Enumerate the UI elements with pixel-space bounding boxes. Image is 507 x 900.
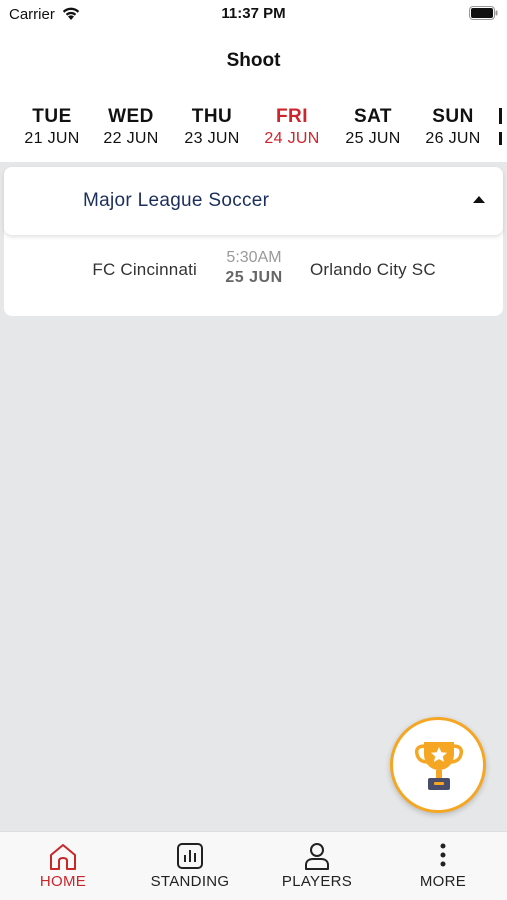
- league-header[interactable]: Major League Soccer: [4, 167, 503, 235]
- day-name: THU: [191, 106, 233, 127]
- tab-bar: HOME STANDING PLAYERS MORE: [0, 831, 507, 900]
- bar-chart-icon: [177, 843, 203, 869]
- day-sun[interactable]: SUN 26 JUN: [413, 106, 493, 148]
- tab-label: HOME: [39, 873, 87, 890]
- day-tue[interactable]: TUE 21 JUN: [12, 106, 92, 148]
- person-icon: [305, 843, 329, 870]
- tab-label: PLAYERS: [281, 873, 353, 890]
- status-time: 11:37 PM: [221, 5, 286, 22]
- home-team: FC Cincinnati: [92, 260, 197, 279]
- day-date: 26 JUN: [425, 130, 481, 147]
- day-name: SAT: [353, 106, 393, 127]
- day-name: FRI: [275, 106, 309, 127]
- day-selector: TUE 21 JUN WED 22 JUN THU 23 JUN FRI 24 …: [0, 106, 507, 154]
- league-name: Major League Soccer: [83, 190, 270, 211]
- league-card: Major League Soccer FC Cincinnati 5:30AM…: [4, 167, 503, 316]
- day-thu[interactable]: THU 23 JUN: [172, 106, 252, 148]
- day-date: 24 JUN: [264, 130, 320, 147]
- tab-players[interactable]: PLAYERS: [254, 832, 380, 900]
- status-bar: Carrier 11:37 PM: [0, 0, 507, 30]
- trophy-fab-button[interactable]: [390, 717, 486, 813]
- match-time-block: 5:30AM 25 JUN: [204, 249, 304, 287]
- collapse-arrow-icon[interactable]: [473, 195, 485, 203]
- day-date: 25 JUN: [345, 130, 401, 147]
- tab-more[interactable]: MORE: [380, 832, 506, 900]
- more-vertical-icon: [440, 843, 446, 867]
- day-fri[interactable]: FRI 24 JUN: [252, 106, 332, 148]
- home-icon: [50, 844, 76, 870]
- day-date: 23 JUN: [184, 130, 240, 147]
- away-team: Orlando City SC: [310, 260, 436, 279]
- match-date: 25 JUN: [225, 269, 283, 286]
- day-name: SUN: [432, 106, 474, 127]
- partial-glyph: [499, 108, 502, 124]
- tab-home[interactable]: HOME: [0, 832, 126, 900]
- trophy-icon: [414, 742, 464, 790]
- match-time: 5:30AM: [226, 249, 282, 266]
- battery-icon: [469, 6, 498, 20]
- day-next-partial[interactable]: [499, 106, 507, 148]
- day-sat[interactable]: SAT 25 JUN: [333, 106, 413, 148]
- day-date: 22 JUN: [103, 130, 159, 147]
- day-date: 21 JUN: [24, 130, 80, 147]
- tab-standing[interactable]: STANDING: [127, 832, 253, 900]
- match-row[interactable]: FC Cincinnati 5:30AM 25 JUN Orlando City…: [4, 235, 503, 316]
- partial-glyph: [499, 132, 502, 145]
- day-name: WED: [108, 106, 154, 127]
- day-wed[interactable]: WED 22 JUN: [91, 106, 171, 148]
- tab-label: MORE: [419, 873, 467, 890]
- header: Shoot TUE 21 JUN WED 22 JUN THU 23 JUN F…: [0, 30, 507, 162]
- page-title: Shoot: [226, 50, 281, 71]
- tab-label: STANDING: [150, 873, 230, 890]
- day-name: TUE: [32, 106, 72, 127]
